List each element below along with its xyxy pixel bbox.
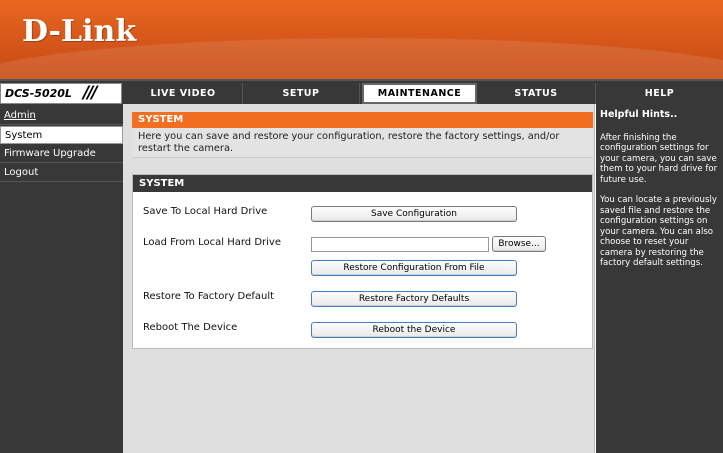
system-panel: SYSTEM Save To Local Hard Drive Save Con… bbox=[132, 174, 593, 349]
hints-paragraph-restore: You can locate a previously saved file a… bbox=[600, 195, 717, 268]
main-content: SYSTEM Here you can save and restore you… bbox=[123, 104, 595, 453]
load-label: Load From Local Hard Drive bbox=[143, 237, 281, 248]
save-configuration-button[interactable]: Save Configuration bbox=[311, 206, 517, 222]
factory-default-label: Restore To Factory Default bbox=[143, 291, 275, 302]
tab-help[interactable]: HELP bbox=[596, 83, 723, 104]
tab-live-video[interactable]: LIVE VIDEO bbox=[124, 83, 242, 104]
panel-title: SYSTEM bbox=[133, 175, 592, 192]
reboot-label: Reboot The Device bbox=[143, 322, 238, 333]
restore-factory-defaults-button[interactable]: Restore Factory Defaults bbox=[311, 291, 517, 307]
header-banner: D-Link bbox=[0, 0, 723, 79]
tab-setup[interactable]: SETUP bbox=[243, 83, 359, 104]
sidebar-item-system[interactable]: System bbox=[0, 126, 123, 144]
section-description: Here you can save and restore your confi… bbox=[132, 128, 593, 158]
top-nav: DCS-5020L /// LIVE VIDEO SETUP MAINTENAN… bbox=[0, 79, 723, 104]
model-name: DCS-5020L bbox=[5, 87, 72, 100]
model-badge: DCS-5020L /// bbox=[0, 83, 122, 104]
tab-maintenance[interactable]: MAINTENANCE bbox=[362, 83, 477, 104]
tab-status[interactable]: STATUS bbox=[478, 83, 594, 104]
hints-title: Helpful Hints.. bbox=[600, 109, 678, 120]
reboot-device-button[interactable]: Reboot the Device bbox=[311, 322, 517, 338]
config-file-input[interactable] bbox=[311, 237, 489, 252]
section-title: SYSTEM bbox=[132, 112, 593, 128]
model-slashes-decoration: /// bbox=[83, 83, 98, 103]
sidebar-item-admin[interactable]: Admin bbox=[0, 107, 123, 125]
helpful-hints-panel: Helpful Hints.. After finishing the conf… bbox=[596, 104, 723, 453]
sidebar-item-firmware-upgrade[interactable]: Firmware Upgrade bbox=[0, 145, 123, 163]
save-label: Save To Local Hard Drive bbox=[143, 206, 268, 217]
hints-paragraph-save: After finishing the configuration settin… bbox=[600, 132, 718, 185]
sidebar: Admin System Firmware Upgrade Logout bbox=[0, 104, 123, 453]
restore-config-from-file-button[interactable]: Restore Configuration From File bbox=[311, 260, 517, 276]
browse-button[interactable]: Browse... bbox=[492, 236, 546, 252]
tab-separator bbox=[359, 83, 360, 104]
sidebar-item-logout[interactable]: Logout bbox=[0, 164, 123, 182]
dlink-logo: D-Link bbox=[22, 14, 137, 49]
